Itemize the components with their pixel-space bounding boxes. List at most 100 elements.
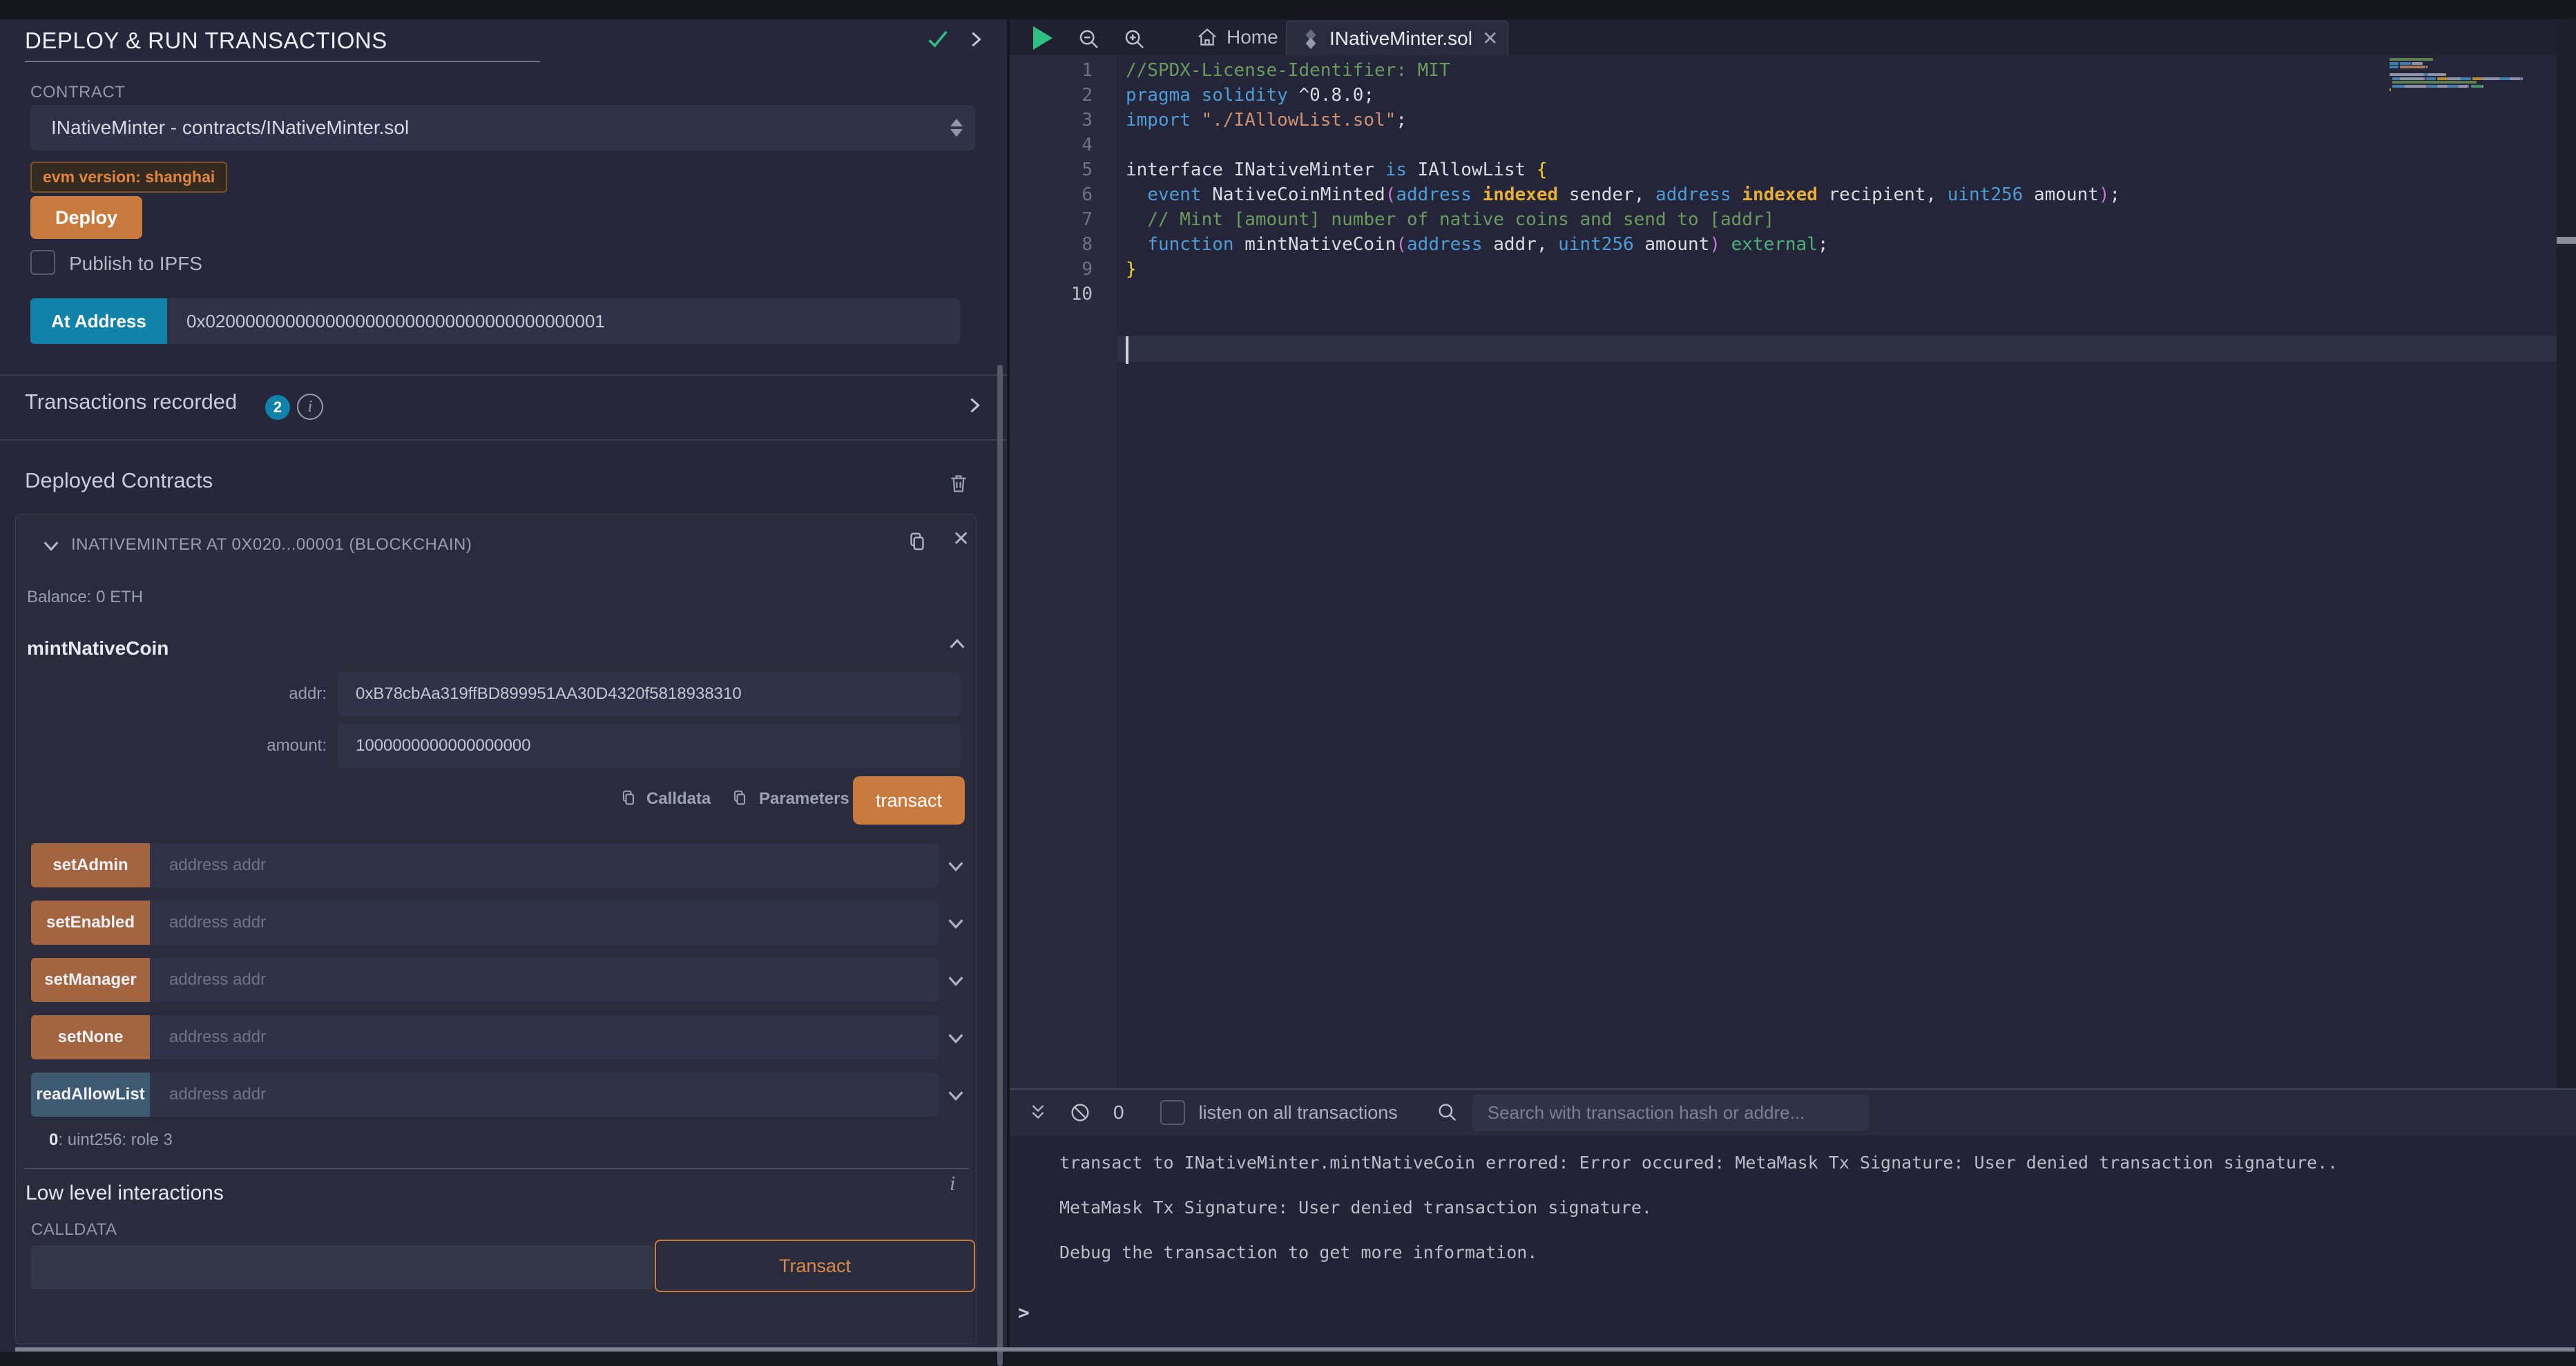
evm-version-badge: evm version: shanghai xyxy=(30,162,227,193)
line-number: 3 xyxy=(1082,108,1093,133)
compile-success-check-icon xyxy=(925,26,950,51)
code-line: pragma solidity ^0.8.0; xyxy=(1126,83,1374,108)
publish-ipfs-checkbox[interactable] xyxy=(30,250,55,275)
addr-field-input[interactable] xyxy=(338,672,961,716)
contract-select[interactable]: INativeMinter - contracts/INativeMinter.… xyxy=(30,105,975,151)
transactions-recorded-label: Transactions recorded xyxy=(25,389,237,414)
setAdmin-expand-chevron-down-icon[interactable] xyxy=(945,856,966,876)
card-divider xyxy=(24,1168,969,1169)
line-number: 6 xyxy=(1082,182,1093,207)
tab-home-label: Home xyxy=(1227,26,1278,48)
transactions-count-badge: 2 xyxy=(265,395,290,420)
at-address-input[interactable] xyxy=(167,298,960,344)
tab-file-label: INativeMinter.sol xyxy=(1329,28,1472,50)
section-divider xyxy=(0,439,1007,441)
code-editor[interactable]: 12345678910 //SPDX-License-Identifier: M… xyxy=(1010,55,2557,1088)
amount-field-input[interactable] xyxy=(338,724,961,768)
code-line: // Mint [amount] number of native coins … xyxy=(1126,207,1774,232)
low-level-calldata-label: CALLDATA xyxy=(31,1220,117,1240)
pending-transactions-count: 0 xyxy=(1113,1102,1124,1124)
listen-all-transactions-checkbox[interactable] xyxy=(1160,1100,1185,1125)
low-level-title: Low level interactions xyxy=(26,1182,224,1205)
copy-parameters-label[interactable]: Parameters xyxy=(759,789,849,809)
top-strip xyxy=(0,0,2576,19)
remove-instance-close-icon[interactable]: ✕ xyxy=(952,527,970,551)
setEnabled-button[interactable]: setEnabled xyxy=(31,901,150,945)
terminal-log-line: MetaMask Tx Signature: User denied trans… xyxy=(1059,1194,2338,1239)
low-level-calldata-input[interactable] xyxy=(31,1245,654,1289)
setManager-expand-chevron-down-icon[interactable] xyxy=(945,970,966,991)
line-number: 7 xyxy=(1082,207,1093,232)
line-number: 1 xyxy=(1082,58,1093,83)
instance-collapse-chevron-down-icon[interactable] xyxy=(41,535,61,556)
setAdmin-input[interactable] xyxy=(150,843,939,887)
setNone-button[interactable]: setNone xyxy=(31,1015,150,1059)
code-line: } xyxy=(1126,257,1137,282)
terminal-log-line: transact to INativeMinter.mintNativeCoin… xyxy=(1059,1149,2338,1194)
setManager-button[interactable]: setManager xyxy=(31,958,150,1002)
tab-inativeminter-sol[interactable]: INativeMinter.sol ✕ xyxy=(1286,21,1508,55)
output-value: : uint256: role 3 xyxy=(58,1131,172,1149)
panel-collapse-chevron-right-icon[interactable] xyxy=(965,29,986,50)
tab-close-icon[interactable]: ✕ xyxy=(1482,27,1498,50)
editor-zoom-out-icon[interactable] xyxy=(1077,28,1101,51)
transact-button[interactable]: transact xyxy=(853,776,965,825)
terminal-search-input[interactable] xyxy=(1472,1095,1869,1131)
code-line: function mintNativeCoin(address addr, ui… xyxy=(1126,232,1829,257)
setNone-expand-chevron-down-icon[interactable] xyxy=(945,1028,966,1048)
contract-select-value: INativeMinter - contracts/INativeMinter.… xyxy=(51,117,409,138)
line-number: 8 xyxy=(1082,232,1093,257)
low-level-info-icon[interactable]: i xyxy=(950,1172,955,1195)
info-icon[interactable]: i xyxy=(297,394,323,420)
function-collapse-chevron-up-icon[interactable] xyxy=(947,633,968,654)
panel-scrollbar[interactable] xyxy=(997,365,1003,1366)
setEnabled-expand-chevron-down-icon[interactable] xyxy=(945,913,966,934)
line-number: 5 xyxy=(1082,157,1093,182)
readAllowList-input[interactable] xyxy=(150,1072,939,1117)
editor-minimap[interactable] xyxy=(2390,58,2553,99)
instance-title[interactable]: INATIVEMINTER AT 0X020...00001 (BLOCKCHA… xyxy=(71,535,472,555)
terminal-expand-double-chevron-icon[interactable] xyxy=(1028,1102,1048,1123)
section-divider xyxy=(0,374,1007,376)
listen-all-transactions-label: listen on all transactions xyxy=(1199,1102,1398,1124)
copy-calldata-icon[interactable] xyxy=(619,788,638,807)
addr-field-label: addr: xyxy=(237,684,327,704)
setAdmin-button[interactable]: setAdmin xyxy=(31,843,150,887)
page-horizontal-scrollbar-thumb[interactable] xyxy=(15,1347,2575,1351)
copy-parameters-icon[interactable] xyxy=(730,788,749,807)
clear-instances-trash-icon[interactable] xyxy=(948,472,970,494)
readAllowList-button[interactable]: readAllowList xyxy=(31,1072,150,1117)
transactions-expand-chevron-right-icon[interactable] xyxy=(964,395,985,416)
deploy-run-panel: DEPLOY & RUN TRANSACTIONS CONTRACT INati… xyxy=(0,19,1007,1352)
setManager-input[interactable] xyxy=(150,958,939,1002)
low-level-transact-button[interactable]: Transact xyxy=(655,1240,975,1292)
editor-zoom-in-icon[interactable] xyxy=(1123,28,1146,51)
setNone-input[interactable] xyxy=(150,1015,939,1059)
copy-address-icon[interactable] xyxy=(905,530,929,553)
function-name-label: mintNativeCoin xyxy=(27,637,169,660)
select-spinner-icon[interactable] xyxy=(950,116,963,140)
terminal: 0 listen on all transactions transact to… xyxy=(1010,1088,2576,1352)
contract-label: CONTRACT xyxy=(30,83,125,102)
line-number: 4 xyxy=(1082,133,1093,157)
terminal-prompt[interactable]: > xyxy=(1018,1301,1030,1324)
tab-home[interactable]: Home xyxy=(1182,19,1292,55)
deploy-button[interactable]: Deploy xyxy=(30,196,142,239)
page-vertical-scrollbar-thumb[interactable] xyxy=(2557,237,2576,244)
search-icon xyxy=(1436,1102,1459,1124)
amount-field-label: amount: xyxy=(237,736,327,756)
copy-calldata-label[interactable]: Calldata xyxy=(646,789,711,809)
line-number: 10 xyxy=(1071,282,1093,307)
contract-instance-card: INATIVEMINTER AT 0X020...00001 (BLOCKCHA… xyxy=(15,514,977,1345)
setEnabled-input[interactable] xyxy=(150,901,939,945)
instance-balance: Balance: 0 ETH xyxy=(27,588,143,607)
current-line-highlight xyxy=(1117,336,2557,362)
run-script-play-icon[interactable] xyxy=(1033,26,1052,50)
code-line: //SPDX-License-Identifier: MIT xyxy=(1126,58,1450,83)
readallowlist-output: 0: uint256: role 3 xyxy=(49,1131,173,1150)
at-address-button[interactable]: At Address xyxy=(30,298,167,344)
terminal-clear-ban-icon[interactable] xyxy=(1069,1102,1091,1124)
solidity-file-icon xyxy=(1302,28,1320,49)
panel-title: DEPLOY & RUN TRANSACTIONS xyxy=(25,28,387,54)
readAllowList-expand-chevron-down-icon[interactable] xyxy=(945,1085,966,1106)
